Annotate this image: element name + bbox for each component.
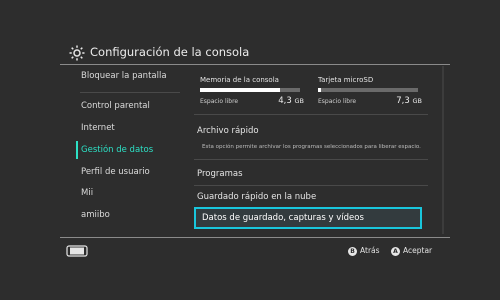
sidebar-item-label: Bloquear la pantalla [81,71,167,81]
sd-free-value: 7,3 GB [396,96,422,106]
sidebar-item-gestion-datos[interactable]: Gestión de datos [74,140,184,160]
datos-guardado-item[interactable]: Datos de guardado, capturas y vídeos [194,207,422,229]
console-free-label: Espacio libre [200,98,239,105]
sd-storage: Tarjeta microSD Espacio libre 7,3 GB [318,76,422,106]
archivo-rapido-description: Esta opción permite archivar los program… [202,144,421,150]
datos-guardado-label: Datos de guardado, capturas y vídeos [202,213,364,223]
sidebar-item-label: amiibo [81,210,110,220]
content-divider [194,159,428,160]
console-icon [66,245,88,257]
header: Configuración de la consola [0,0,500,61]
sidebar-item-label: Control parental [81,101,150,111]
programas-item[interactable]: Programas [197,169,425,179]
sidebar: Bloquear la pantalla Control parental In… [74,64,184,234]
sidebar-divider [80,92,180,93]
sidebar-item-label: Perfil de usuario [81,167,150,177]
console-storage-bar [200,88,300,92]
sidebar-item-bloquear[interactable]: Bloquear la pantalla [74,66,184,86]
accept-label: Aceptar [403,246,433,255]
sidebar-item-amiibo[interactable]: amiibo [74,205,184,225]
guardado-nube-item[interactable]: Guardado rápido en la nube [197,192,425,202]
sidebar-item-internet[interactable]: Internet [74,118,184,138]
console-free-value: 4,3 GB [278,96,304,106]
footer-divider [60,237,450,238]
content-divider [194,114,428,115]
sd-storage-fill [318,88,321,92]
sd-free-unit: GB [412,97,423,105]
sd-free-label: Espacio libre [318,98,357,105]
console-free-unit: GB [294,97,305,105]
sidebar-item-perfil[interactable]: Perfil de usuario [74,162,184,182]
sidebar-item-label: Gestión de datos [81,145,154,155]
back-hint[interactable]: B Atrás [348,246,380,256]
back-label: Atrás [360,246,380,255]
content-divider [194,185,428,186]
page-title: Configuración de la consola [90,45,250,59]
sidebar-item-label: Internet [81,123,115,133]
console-free-number: 4,3 [278,96,292,106]
gear-icon [69,45,85,61]
scrollbar[interactable] [442,66,444,234]
a-button-icon: A [391,246,400,256]
sidebar-item-control-parental[interactable]: Control parental [74,96,184,116]
console-storage-label: Memoria de la consola [200,76,279,84]
accept-hint[interactable]: A Aceptar [391,246,432,256]
console-storage: Memoria de la consola Espacio libre 4,3 … [200,76,304,106]
b-button-icon: B [348,246,357,256]
archivo-rapido-item[interactable]: Archivo rápido [197,126,425,136]
sd-storage-bar [318,88,418,92]
sd-storage-label: Tarjeta microSD [318,76,374,84]
sd-free-number: 7,3 [396,96,410,106]
sidebar-item-label: Mii [81,188,94,198]
sidebar-item-mii[interactable]: Mii [74,183,184,203]
console-storage-fill [200,88,280,92]
